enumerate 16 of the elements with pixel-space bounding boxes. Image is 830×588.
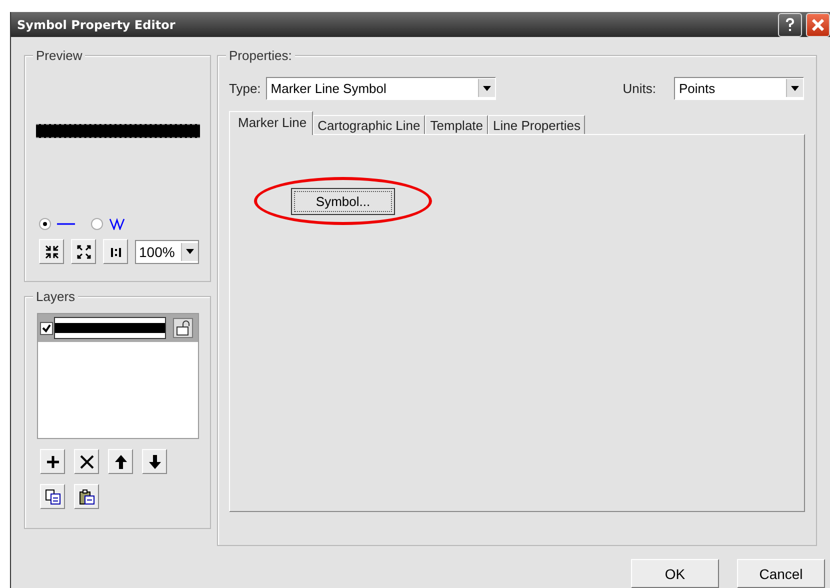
group-label: Preview	[33, 48, 86, 63]
field-label: Type:	[229, 80, 261, 96]
dialog-button[interactable]: Cancel	[737, 559, 825, 588]
tab[interactable]: Marker Line	[229, 111, 313, 135]
tab[interactable]: Cartographic Line	[312, 115, 426, 134]
field-label: Units:	[622, 80, 656, 96]
zoom-dropdown[interactable]: 100%	[135, 240, 199, 264]
group-label: Layers	[33, 289, 78, 304]
symbol-button[interactable]: Symbol...	[291, 188, 395, 215]
dropdown[interactable]: Points	[674, 76, 804, 100]
group-label: Properties:	[226, 48, 295, 63]
window-title: Symbol Property Editor	[17, 18, 176, 32]
dropdown[interactable]: Marker Line Symbol	[266, 76, 496, 100]
tab[interactable]: Template	[425, 115, 488, 134]
dialog-button[interactable]: OK	[631, 559, 719, 588]
tab[interactable]: Line Properties	[488, 115, 586, 134]
